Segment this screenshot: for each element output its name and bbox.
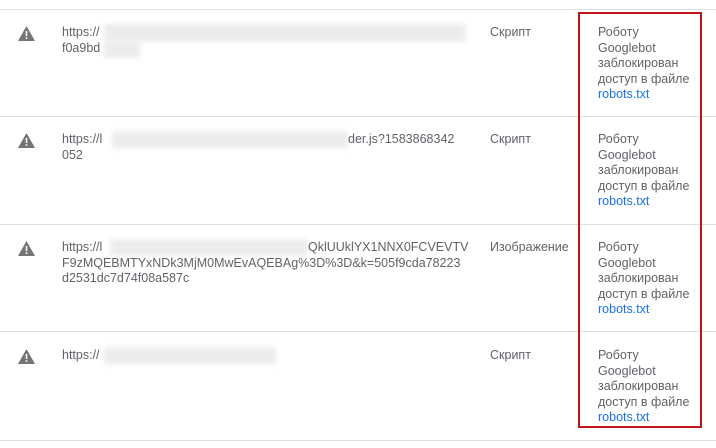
redacted-area	[104, 24, 466, 42]
url-line: QklUUklYX1NNX0FCVEVTV	[308, 240, 469, 254]
redacted-area	[104, 42, 140, 58]
resource-type: Скрипт	[490, 132, 531, 146]
url-line: F9zMQEBMTYxNDk3MjM0MwEvAQEBAg%3D%3D&k=50…	[62, 256, 461, 270]
redacted-area	[112, 131, 348, 148]
warning-icon	[18, 241, 35, 256]
blocked-resources-table: https:// f0a9bd Скрипт Роботу Googlebot …	[0, 0, 716, 448]
resource-type: Скрипт	[490, 25, 531, 39]
warning-icon	[18, 133, 35, 148]
resource-type: Изображение	[490, 240, 569, 254]
url-line: 052	[62, 148, 83, 162]
warning-icon	[18, 26, 35, 41]
redacted-area	[104, 347, 276, 364]
url-line: der.js?1583868342	[348, 132, 455, 146]
url-line: d2531dc7d74f08a587c	[62, 271, 190, 285]
resource-type: Скрипт	[490, 348, 531, 362]
highlight-box	[578, 12, 702, 428]
redacted-area	[110, 239, 308, 256]
warning-icon	[18, 349, 35, 364]
